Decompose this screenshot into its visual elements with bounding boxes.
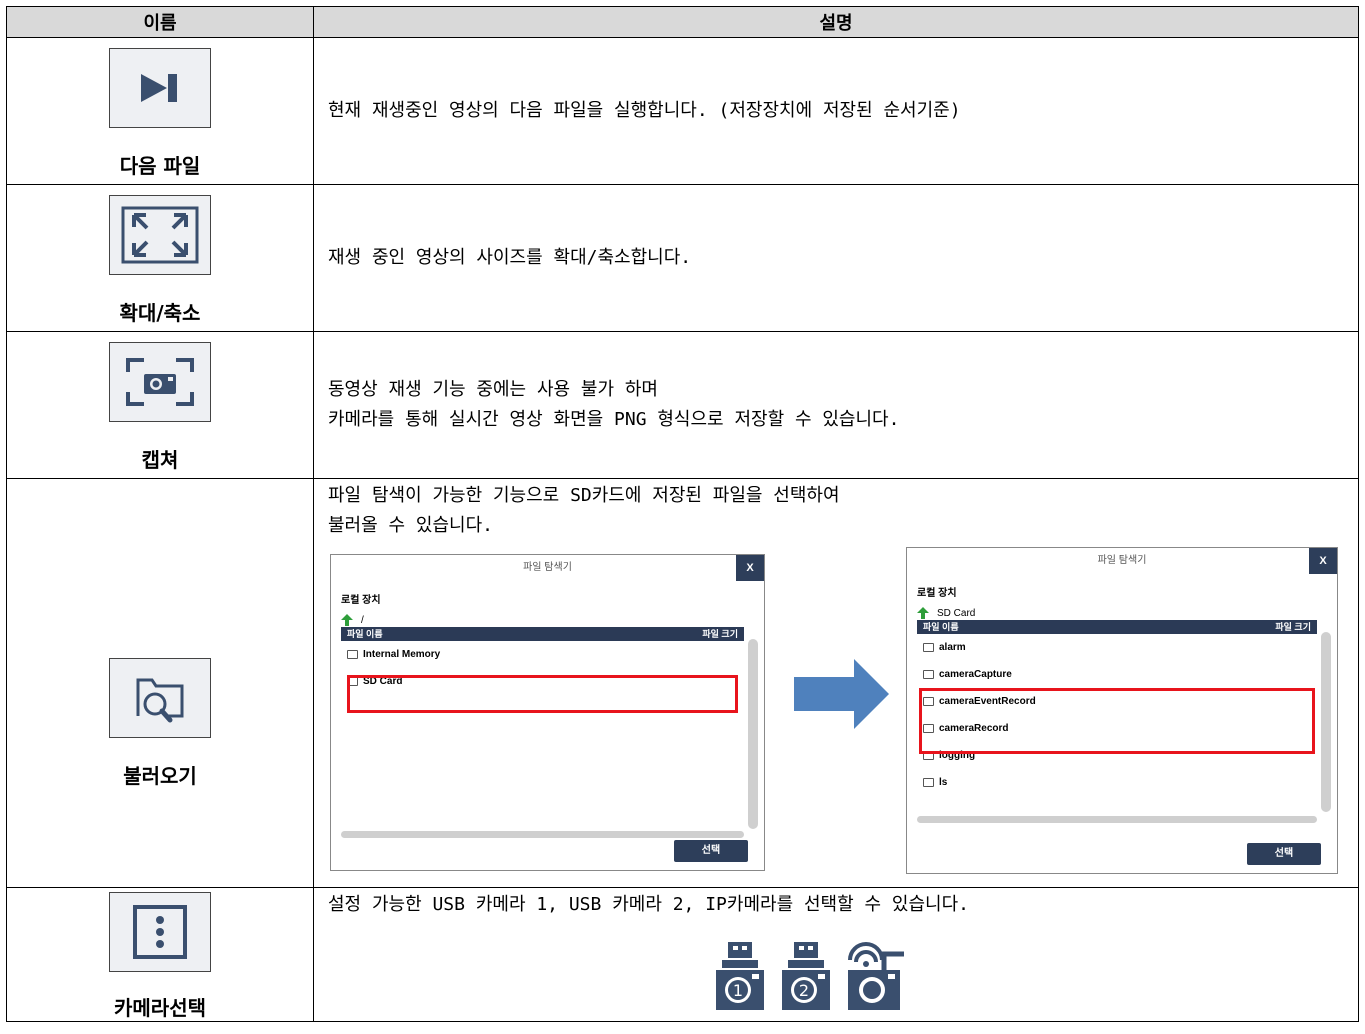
list-item[interactable]: Internal Memory [341, 641, 744, 668]
list-item[interactable]: ls [917, 769, 1317, 796]
desc-cell: 동영상 재생 기능 중에는 사용 불가 하며 카메라를 통해 실시간 영상 화면… [313, 331, 1359, 479]
name-cell: 캡쳐 [6, 331, 314, 479]
header-name: 이름 [6, 6, 314, 38]
local-device-label: 로컬 장치 [341, 595, 381, 606]
table-row: 확대/축소 재생 중인 영상의 사이즈를 확대/축소합니다. [6, 184, 1359, 332]
col-file-name[interactable]: 파일 이름 [923, 620, 959, 634]
file-explorer-right: 파일 탐색기 X 로컬 장치 SD Card 파일 이름 파일 크기 alarm… [906, 547, 1338, 874]
folder-icon [923, 670, 934, 679]
desc-line: 카메라를 통해 실시간 영상 화면을 PNG 형식으로 저장할 수 있습니다. [328, 409, 900, 430]
open-file-icon [109, 657, 211, 738]
camera-icons: 1 2 [712, 940, 910, 1012]
desc-cell: 현재 재생중인 영상의 다음 파일을 실행합니다. (저장장치에 저장된 순서기… [313, 37, 1359, 185]
row-name: 카메라선택 [114, 996, 206, 1020]
explorer-title: 파일 탐색기 X [907, 548, 1337, 574]
horizontal-scrollbar[interactable] [341, 831, 744, 838]
row-name: 확대/축소 [119, 300, 201, 325]
close-button[interactable]: X [736, 555, 764, 581]
row-name: 캡쳐 [141, 447, 179, 472]
table-row: 불러오기 파일 탐색이 가능한 기능으로 SD카드에 저장된 파일을 선택하여 … [6, 478, 1359, 888]
select-button[interactable]: 선택 [674, 840, 748, 862]
table-row: 카메라선택 설정 가능한 USB 카메라 1, USB 카메라 2, IP카메라… [6, 887, 1359, 1022]
table-header-row: 이름 설명 [6, 6, 1359, 38]
next-file-icon [109, 47, 211, 128]
header-desc: 설명 [313, 6, 1359, 38]
highlight-box [347, 675, 738, 713]
usb-camera-1-icon: 1 [716, 942, 764, 1010]
desc-line: 동영상 재생 기능 중에는 사용 불가 하며 [328, 379, 658, 400]
col-file-name[interactable]: 파일 이름 [347, 627, 383, 641]
name-cell: 불러오기 [6, 478, 314, 888]
list-item[interactable]: cameraCapture [917, 661, 1317, 688]
camera-select-icon [109, 892, 211, 972]
close-button[interactable]: X [1309, 548, 1337, 574]
name-cell: 카메라선택 [6, 887, 314, 1022]
desc-cell: 설정 가능한 USB 카메라 1, USB 카메라 2, IP카메라를 선택할 … [313, 887, 1359, 1022]
ip-camera-icon [848, 942, 904, 1010]
right-arrow-icon [794, 659, 889, 729]
desc-line: 현재 재생중인 영상의 다음 파일을 실행합니다. (저장장치에 저장된 순서기… [328, 100, 961, 121]
capture-icon [109, 341, 211, 422]
desc-cell: 재생 중인 영상의 사이즈를 확대/축소합니다. [313, 184, 1359, 332]
current-path: / [361, 614, 364, 626]
desc-line: 설정 가능한 USB 카메라 1, USB 카메라 2, IP카메라를 선택할 … [328, 894, 969, 915]
select-button[interactable]: 선택 [1247, 843, 1321, 865]
svg-text:1: 1 [733, 981, 743, 1000]
file-list-header: 파일 이름 파일 크기 [917, 620, 1317, 634]
feature-table: 이름 설명 다음 파일 현재 재생중인 영상의 다음 파일을 실행합니다. (저… [6, 6, 1359, 1022]
vertical-scrollbar[interactable] [1321, 632, 1331, 812]
up-arrow-icon[interactable] [917, 607, 929, 619]
file-explorer-left: 파일 탐색기 X 로컬 장치 / 파일 이름 파일 크기 Internal Me… [330, 554, 765, 871]
desc-line: 불러올 수 있습니다. [328, 515, 493, 536]
row-name: 다음 파일 [119, 153, 201, 178]
horizontal-scrollbar[interactable] [917, 816, 1317, 823]
svg-text:2: 2 [799, 981, 809, 1000]
fullscreen-icon [109, 194, 211, 275]
col-file-size[interactable]: 파일 크기 [702, 627, 738, 641]
local-device-label: 로컬 장치 [917, 588, 957, 599]
vertical-scrollbar[interactable] [748, 639, 758, 829]
col-file-size[interactable]: 파일 크기 [1275, 620, 1311, 634]
path-bar: / [331, 613, 764, 627]
table-row: 다음 파일 현재 재생중인 영상의 다음 파일을 실행합니다. (저장장치에 저… [6, 37, 1359, 185]
table-row: 캡쳐 동영상 재생 기능 중에는 사용 불가 하며 카메라를 통해 실시간 영상… [6, 331, 1359, 479]
list-item[interactable]: alarm [917, 634, 1317, 661]
usb-camera-2-icon: 2 [782, 942, 830, 1010]
desc-cell: 파일 탐색이 가능한 기능으로 SD카드에 저장된 파일을 선택하여 불러올 수… [313, 478, 1359, 888]
up-arrow-icon[interactable] [341, 614, 353, 626]
folder-icon [347, 650, 358, 659]
file-list-header: 파일 이름 파일 크기 [341, 627, 744, 641]
desc-line: 파일 탐색이 가능한 기능으로 SD카드에 저장된 파일을 선택하여 [328, 485, 840, 506]
row-name: 불러오기 [123, 763, 197, 788]
folder-icon [923, 643, 934, 652]
name-cell: 다음 파일 [6, 37, 314, 185]
desc-line: 재생 중인 영상의 사이즈를 확대/축소합니다. [328, 247, 692, 268]
folder-icon [923, 778, 934, 787]
highlight-box [919, 688, 1315, 754]
explorer-title: 파일 탐색기 X [331, 555, 764, 581]
path-bar: SD Card [907, 606, 1337, 620]
name-cell: 확대/축소 [6, 184, 314, 332]
current-path: SD Card [937, 607, 976, 619]
